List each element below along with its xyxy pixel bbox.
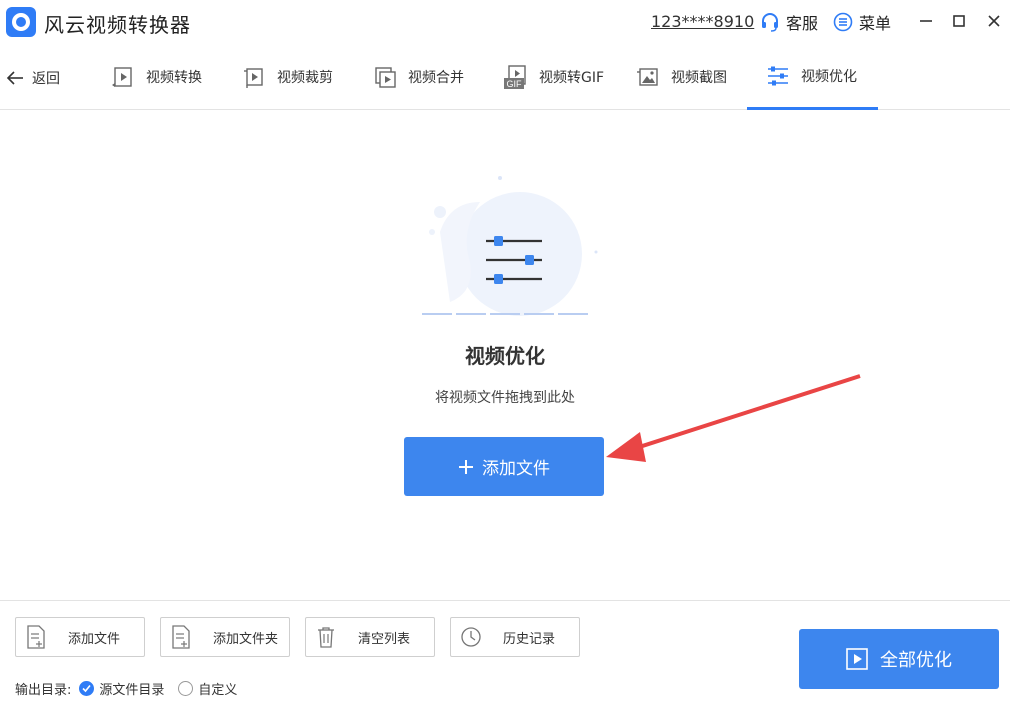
tab-video-to-gif[interactable]: GIF 视频转GIF <box>503 44 604 110</box>
app-title: 风云视频转换器 <box>44 13 191 37</box>
add-file-main-label: 添加文件 <box>482 459 550 479</box>
customer-service-label: 客服 <box>786 14 819 33</box>
video-convert-icon <box>110 64 136 90</box>
back-button[interactable]: 返回 <box>6 66 60 90</box>
output-directory-row: 输出目录: 源文件目录 自定义 <box>15 678 237 698</box>
drop-area-title: 视频优化 <box>465 344 545 368</box>
tab-label: 视频转GIF <box>539 70 605 86</box>
menu-icon <box>833 12 853 32</box>
play-icon <box>846 648 868 670</box>
annotation-arrow <box>606 374 861 462</box>
tab-label: 视频转换 <box>146 70 202 86</box>
output-directory-label: 输出目录: <box>15 682 72 698</box>
account-link[interactable]: 123****8910 <box>651 12 754 31</box>
history-button[interactable]: 历史记录 <box>450 617 580 657</box>
radio-label: 自定义 <box>198 682 238 698</box>
tab-label: 视频截图 <box>671 70 727 86</box>
sliders-icon <box>765 63 791 89</box>
gif-icon: GIF <box>503 64 529 90</box>
tab-video-merge[interactable]: 视频合并 <box>372 44 464 110</box>
radio-empty-icon <box>178 680 194 696</box>
tab-label: 视频优化 <box>801 68 857 85</box>
clock-icon <box>451 618 491 656</box>
add-folder-button[interactable]: 添加文件夹 <box>160 617 290 657</box>
maximize-icon <box>953 15 965 27</box>
tab-label: 视频裁剪 <box>277 70 333 86</box>
video-crop-icon <box>241 64 267 90</box>
radio-label: 源文件目录 <box>99 682 165 698</box>
history-label: 历史记录 <box>503 631 556 647</box>
optimize-all-button[interactable]: 全部优化 <box>799 629 999 689</box>
plus-icon <box>459 459 473 474</box>
bottom-divider <box>0 600 1010 601</box>
trash-icon <box>306 618 346 656</box>
video-optimize-illustration <box>422 176 598 316</box>
close-icon <box>988 15 1000 27</box>
screenshot-icon <box>635 64 661 90</box>
optimize-all-label: 全部优化 <box>880 650 952 671</box>
minimize-icon <box>920 20 932 22</box>
radio-source-directory[interactable]: 源文件目录 <box>79 679 164 698</box>
clear-list-button[interactable]: 清空列表 <box>305 617 435 657</box>
app-logo-icon <box>6 7 36 37</box>
folder-add-icon <box>161 618 201 656</box>
add-file-main-button[interactable]: 添加文件 <box>404 437 604 496</box>
feature-tab-bar: 返回 视频转换 视频裁剪 视频合并 GIF 视频转GIF 视频截图 视频优化 <box>0 44 1010 110</box>
close-button[interactable] <box>983 10 1005 32</box>
maximize-button[interactable] <box>948 10 970 32</box>
add-file-label: 添加文件 <box>68 631 121 647</box>
tab-video-convert[interactable]: 视频转换 <box>110 44 202 110</box>
tab-video-screenshot[interactable]: 视频截图 <box>635 44 727 110</box>
title-bar: 风云视频转换器 123****8910 客服 菜单 <box>0 0 1010 44</box>
file-add-icon <box>16 618 56 656</box>
menu-label: 菜单 <box>859 14 892 33</box>
video-merge-icon <box>372 64 398 90</box>
back-label: 返回 <box>32 71 60 87</box>
tab-video-crop[interactable]: 视频裁剪 <box>241 44 333 110</box>
tab-video-optimize[interactable]: 视频优化 <box>747 44 878 110</box>
clear-list-label: 清空列表 <box>358 631 411 647</box>
radio-custom-directory[interactable]: 自定义 <box>178 679 237 698</box>
minimize-button[interactable] <box>915 10 937 32</box>
customer-service-button[interactable]: 客服 <box>760 11 818 33</box>
menu-button[interactable]: 菜单 <box>833 11 891 33</box>
headset-icon <box>762 13 778 32</box>
tab-label: 视频合并 <box>408 70 464 86</box>
add-folder-label: 添加文件夹 <box>213 631 279 647</box>
arrow-left-icon <box>6 71 23 85</box>
gif-icon-text: GIF <box>507 79 523 89</box>
check-icon <box>79 680 95 696</box>
add-file-button[interactable]: 添加文件 <box>15 617 145 657</box>
